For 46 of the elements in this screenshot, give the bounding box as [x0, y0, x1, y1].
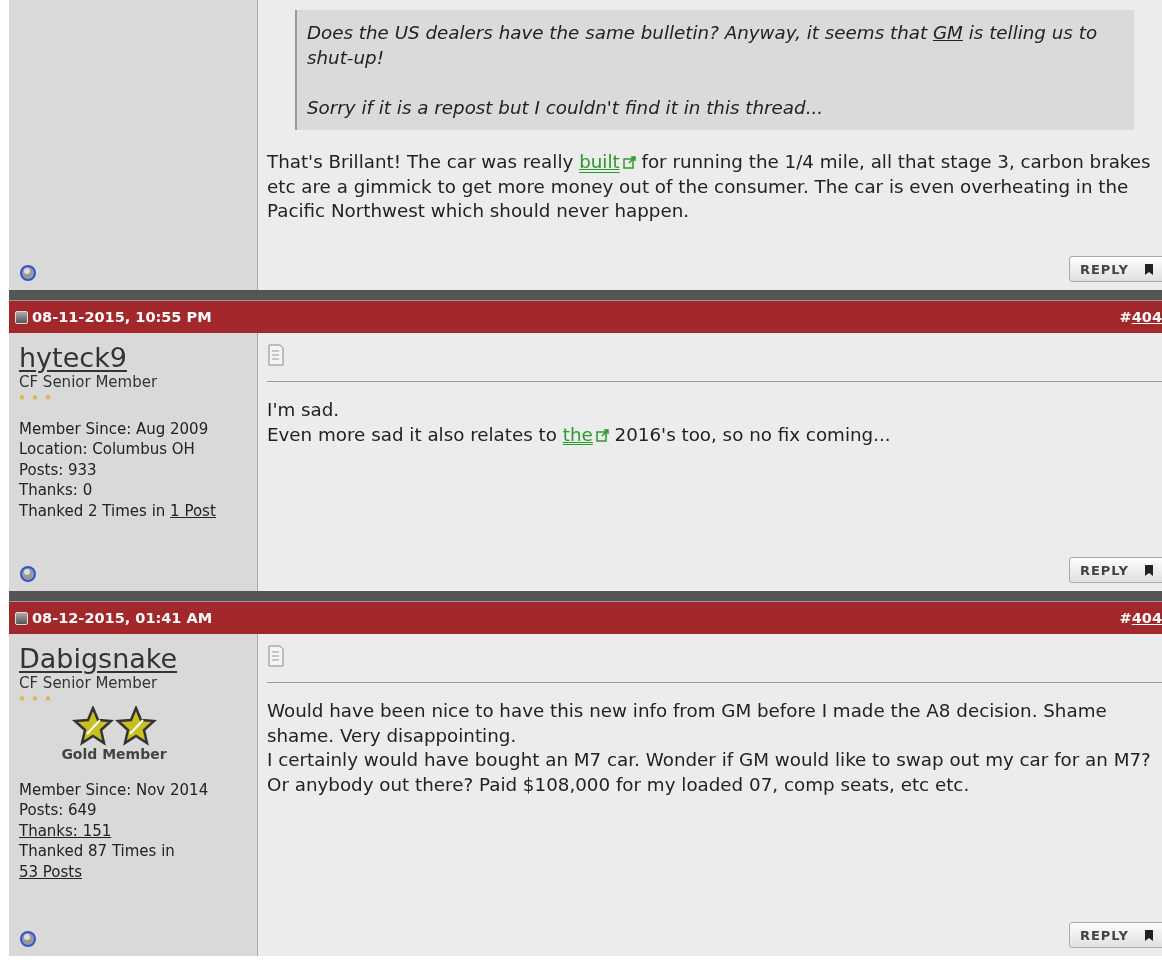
post-number-link[interactable]: 404: [1131, 610, 1162, 626]
post-icon: [15, 310, 28, 324]
user-stat: Posts: 649: [19, 800, 98, 821]
user-stat: Member Since: Nov 2014: [19, 779, 210, 801]
quote-text: Does the US dealers have the same bulletin? Anyway, it seems that GM is telling us to shut-up!: [307, 21, 1099, 70]
user-stat: Thanked 2 Times in 1 Post: [19, 500, 217, 522]
user-title: CF Senior Member: [19, 673, 158, 692]
badge-label: Gold Member: [61, 745, 167, 762]
reply-button[interactable]: REPLY: [1068, 557, 1162, 583]
status-icon: [19, 565, 37, 583]
document-icon: [267, 644, 285, 668]
stars-icon: [71, 705, 157, 746]
link[interactable]: Thanks: 151: [19, 821, 112, 840]
reply-button[interactable]: REPLY: [1068, 256, 1162, 282]
post-date: 08-12-2015, 01:41 AM: [32, 610, 213, 626]
user-stat: Thanked 87 Times in 53 Posts: [19, 841, 176, 883]
post-number-link[interactable]: 404: [1131, 309, 1162, 325]
external-link-icon: [595, 428, 609, 442]
post-text: Would have been nice to have this new info from GM before I made the A8 decision. Shame shame. Very disappointing.: [267, 699, 1108, 748]
user-stat: Posts: 933: [19, 459, 98, 481]
document-icon: [267, 343, 285, 367]
post-text: That's Brillant! The car was really built for running the 1/4 mile, all that stage 3, carbon brakes etc are a gimmick to get more money out of the consumer. The car is even overheating in the Pacific Northwest which should never happen.: [267, 150, 1152, 223]
post-text: I certainly would have bought an M7 car. Wonder if GM would like to swap out my car for an M7? Or anybody out there? Paid $108,000 for my loaded 07, comp seats, etc etc.: [267, 748, 1152, 797]
post-text: Even more sad it also relates to the 2016's too, so no fix coming...: [267, 422, 892, 447]
user-stat: Location: Columbus OH: [19, 439, 196, 460]
post-date: 08-11-2015, 10:55 PM: [32, 309, 212, 325]
post-icon: [15, 611, 28, 625]
bookmark-icon: [1145, 929, 1153, 941]
user-title: CF Senior Member: [19, 372, 159, 391]
hash-sign: #: [1119, 610, 1132, 626]
username-link[interactable]: hyteck9: [19, 343, 127, 373]
username-link[interactable]: Dabigsnake: [19, 644, 178, 674]
user-stat: Thanks: 0: [19, 480, 94, 501]
status-icon: [19, 930, 37, 948]
link[interactable]: 53 Posts: [19, 862, 83, 881]
post-text: I'm sad.: [267, 398, 341, 422]
user-stat: Member Since: Aug 2009: [19, 418, 210, 440]
link[interactable]: 1 Post: [170, 501, 216, 520]
hash-sign: #: [1119, 309, 1132, 325]
bookmark-icon: [1145, 263, 1153, 275]
bookmark-icon: [1145, 564, 1153, 576]
reply-button[interactable]: REPLY: [1068, 922, 1162, 948]
quote-text: Sorry if it is a repost but I couldn't find it in this thread...: [307, 96, 825, 120]
status-icon: [19, 264, 37, 282]
external-link-icon: [622, 156, 636, 169]
link[interactable]: GM: [932, 22, 963, 43]
